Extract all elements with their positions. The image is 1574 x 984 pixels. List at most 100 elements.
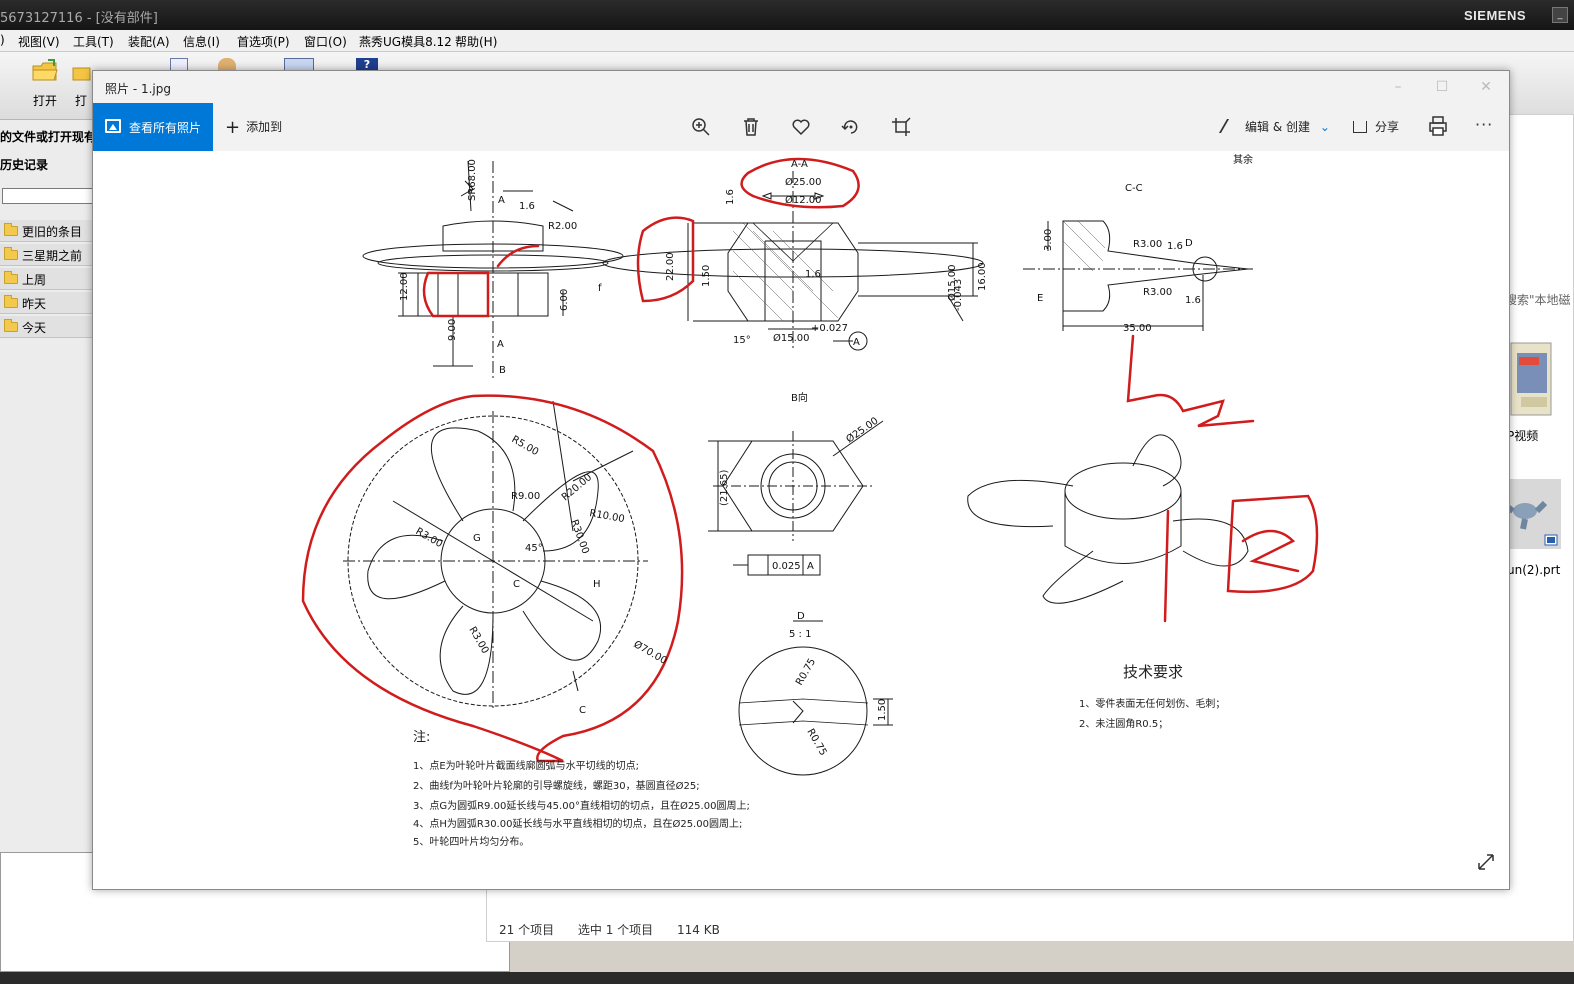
- menu-item-file[interactable]: ): [0, 33, 5, 47]
- dim-r075-bottom: R0.75: [804, 727, 828, 758]
- add-to-button[interactable]: + 添加到: [225, 117, 282, 138]
- view-all-photos-button[interactable]: 查看所有照片: [93, 103, 213, 151]
- dim-roughness-cc-2: 1.6: [1185, 295, 1201, 306]
- label-g: G: [473, 533, 481, 544]
- history-item-three-weeks[interactable]: 三星期之前: [0, 244, 94, 266]
- menu-item-help[interactable]: 帮助(H): [455, 33, 497, 50]
- nx-statusbar: [0, 972, 1574, 984]
- dim-r9: R9.00: [511, 491, 540, 502]
- dim-w35: 35.00: [1123, 323, 1152, 334]
- history-search-input[interactable]: [2, 188, 94, 204]
- menu-item-view[interactable]: 视图(V): [18, 33, 60, 50]
- dim-w2165: (21.65): [719, 469, 730, 506]
- dim-roughness-2: 1.6: [519, 201, 535, 212]
- photos-window-title: 照片 - 1.jpg: [105, 82, 171, 96]
- open-hint: 的文件或打开现有: [0, 130, 94, 144]
- open-recent-button[interactable]: 打: [70, 58, 92, 114]
- tech-requirements-title: 技术要求: [1123, 663, 1183, 681]
- note-1: 1、点E为叶轮叶片截面线廓圆弧与水平切线的切点;: [413, 759, 639, 772]
- label-section-cc: C-C: [1125, 183, 1143, 194]
- dim-r3-top: R3.00: [414, 526, 445, 550]
- dim-flatness: 0.025: [772, 561, 801, 572]
- dim-r5: R5.00: [510, 434, 541, 458]
- tech-requirement-1: 1、零件表面无任何划伤、毛刺；: [1079, 697, 1225, 710]
- dim-h150: 1.50: [701, 265, 712, 287]
- menu-item-assembly[interactable]: 装配(A): [128, 33, 170, 50]
- front-view: [362, 160, 624, 381]
- markup-box-hex: [422, 271, 490, 318]
- nx-minimize-button[interactable]: _: [1552, 7, 1568, 23]
- dim-h22: 22.00: [665, 252, 676, 281]
- add-to-label: 添加到: [246, 120, 283, 134]
- dim-r3-cc-2: R3.00: [1143, 287, 1172, 298]
- edit-create-label: 编辑 & 创建: [1245, 120, 1310, 134]
- delete-icon[interactable]: [739, 115, 763, 139]
- nx-resource-bar: 的文件或打开现有 历史记录 更旧的条目 三星期之前 上周 昨天 今天: [0, 120, 94, 970]
- nx-window-title: 5673127116 - [没有部件]: [0, 11, 158, 26]
- folder-icon: [4, 319, 18, 332]
- top-view-blades: [343, 400, 648, 711]
- favorite-heart-icon[interactable]: [789, 115, 813, 139]
- label-detail-d: D: [797, 611, 805, 622]
- open-label: 打开: [32, 94, 57, 108]
- prt-file-label: un(2).prt: [1507, 563, 1561, 577]
- label-a-top: A: [498, 195, 505, 206]
- history-item-last-week[interactable]: 上周: [0, 268, 94, 290]
- dim-r10: R10.00: [588, 508, 625, 525]
- close-button[interactable]: ✕: [1471, 77, 1501, 97]
- folder-icon: [4, 271, 18, 284]
- dim-h9: 9.00: [447, 319, 458, 341]
- crop-icon[interactable]: [889, 115, 913, 139]
- dim-h3: 3.00: [1043, 229, 1054, 251]
- explorer-search-input[interactable]: 搜索"本地磁: [1505, 291, 1573, 313]
- history-item-today[interactable]: 今天: [0, 316, 94, 338]
- label-c-top: C: [513, 579, 520, 590]
- rotate-icon[interactable]: [839, 115, 863, 139]
- dim-tolerance-2: -0.043: [953, 279, 964, 311]
- dim-roughness-1: 1.6: [805, 269, 821, 280]
- dim-h150-detail: 1.50: [877, 699, 888, 721]
- zoom-in-icon[interactable]: [689, 115, 713, 139]
- dim-r3-bottom: R3.00: [466, 625, 490, 656]
- expand-fullscreen-icon[interactable]: [1475, 851, 1497, 873]
- print-icon[interactable]: [1427, 115, 1449, 137]
- markup-hook: [496, 244, 540, 268]
- history-item-label: 三星期之前: [22, 249, 83, 263]
- note-5: 5、叶轮四叶片均匀分布。: [413, 835, 529, 848]
- video-file-thumbnail[interactable]: [1507, 339, 1553, 419]
- history-header: 历史记录: [0, 158, 49, 172]
- explorer-statusbar: 21 个项目 选中 1 个项目 114 KB: [499, 921, 740, 938]
- open-recent-label: 打: [74, 94, 87, 108]
- chevron-down-icon: ⌄: [1319, 120, 1330, 134]
- history-item-label: 上周: [22, 273, 47, 287]
- history-item-yesterday[interactable]: 昨天: [0, 292, 94, 314]
- selected-count: 选中 1 个项目: [577, 923, 654, 937]
- menu-item-info[interactable]: 信息(I): [183, 33, 220, 50]
- minimize-button[interactable]: –: [1383, 77, 1413, 97]
- label-h: H: [593, 579, 601, 590]
- more-options-icon[interactable]: ···: [1475, 115, 1493, 134]
- photo-canvas[interactable]: A-A C-C 其余 Ø25.00 Ø12.00 Ø15.00 +0.027 1…: [93, 151, 1509, 889]
- isometric-view: [967, 434, 1249, 604]
- label-e: E: [1037, 293, 1043, 304]
- edit-create-button[interactable]: 编辑 & 创建 ⌄: [1218, 118, 1330, 135]
- share-button[interactable]: 分享: [1353, 118, 1399, 135]
- history-item-label: 更旧的条目: [22, 225, 83, 239]
- menu-item-preferences[interactable]: 首选项(P): [237, 33, 290, 50]
- maximize-button[interactable]: ☐: [1427, 77, 1457, 97]
- label-a-bottom: A: [497, 339, 504, 350]
- label-corner-note: 其余: [1233, 153, 1253, 166]
- share-label: 分享: [1375, 120, 1400, 134]
- history-item-older[interactable]: 更旧的条目: [0, 220, 94, 242]
- menu-item-yanxiu[interactable]: 燕秀UG模具8.12: [359, 33, 452, 50]
- label-d-cc: D: [1185, 238, 1193, 249]
- dim-h12: 12.00: [399, 272, 410, 301]
- open-button[interactable]: 打开: [22, 58, 68, 114]
- dim-roughness-cc: 1.6: [1167, 241, 1183, 252]
- menu-item-window[interactable]: 窗口(O): [304, 33, 347, 50]
- dim-r30: R30.00: [568, 518, 591, 555]
- nx-menubar: ) 视图(V) 工具(T) 装配(A) 信息(I) 首选项(P) 窗口(O) 燕…: [0, 30, 1574, 52]
- menu-item-tools[interactable]: 工具(T): [73, 33, 114, 50]
- dim-angle-45: 45°: [525, 543, 543, 554]
- label-f: f: [598, 283, 602, 294]
